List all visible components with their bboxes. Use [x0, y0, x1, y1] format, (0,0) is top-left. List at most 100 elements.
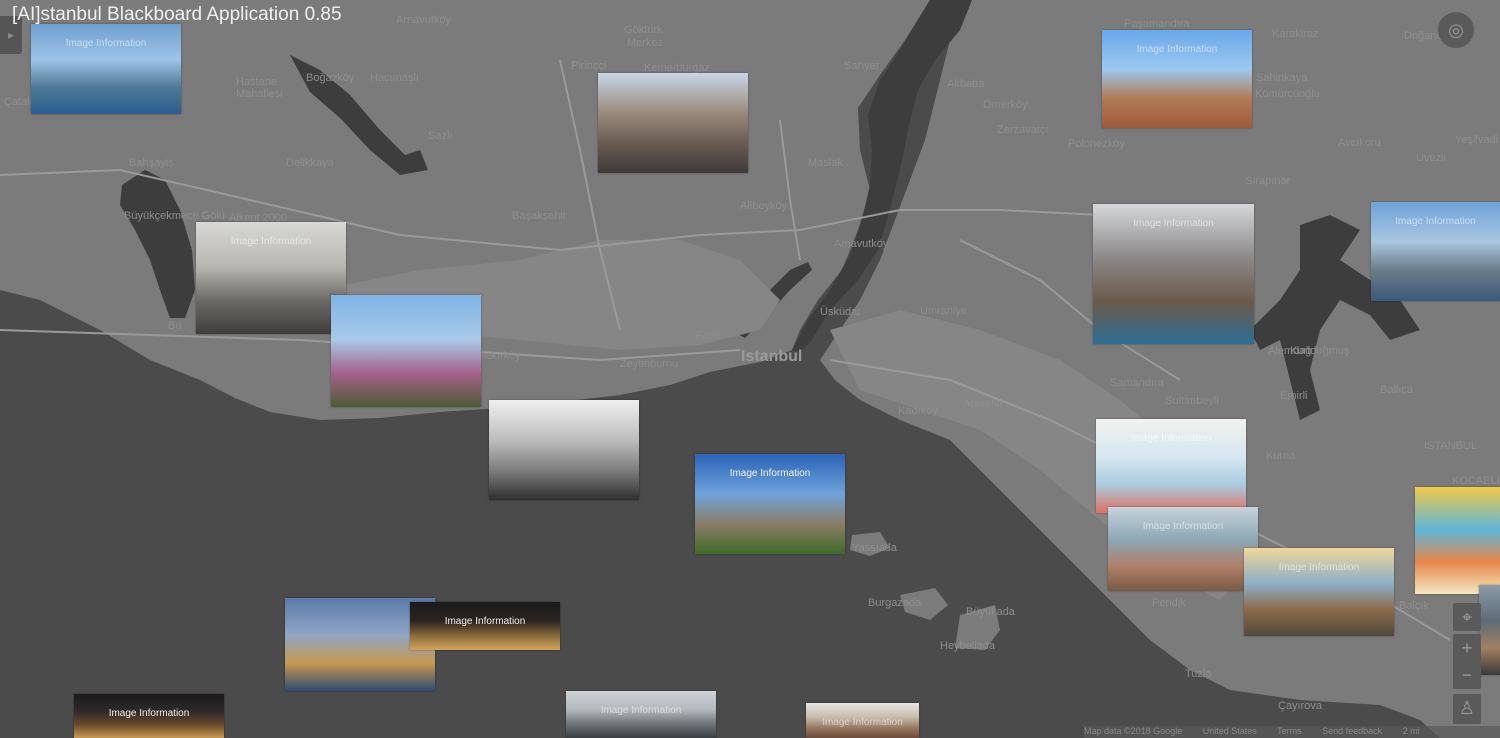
place-label: Mahallesi	[236, 88, 283, 100]
image-information-label[interactable]: Image Information	[196, 236, 346, 247]
place-label: Üvezli	[1416, 152, 1446, 164]
place-label: Kadıköy	[898, 405, 938, 417]
terms-link[interactable]: Terms	[1277, 726, 1302, 736]
locate-button[interactable]: ⌖	[1453, 603, 1481, 631]
image-information-label[interactable]: Image Information	[1096, 433, 1246, 444]
place-label: KOCAELI	[1452, 475, 1500, 487]
compass-icon: ◎	[1448, 20, 1464, 40]
place-label: Hacımaşlı	[370, 72, 419, 84]
photo-thumbnail-coastline-edge[interactable]	[1479, 585, 1500, 675]
place-label: Şahinkaya	[1256, 72, 1308, 84]
photo-thumbnail-blue-mosque-misty[interactable]: Image Information	[566, 691, 716, 738]
place-label: Samandıra	[1110, 377, 1164, 389]
map-attribution: Map data ©2018 Google	[1084, 726, 1183, 736]
photo-thumbnail-mosque-blossom[interactable]	[331, 295, 481, 407]
place-label: Maslak	[808, 157, 843, 169]
zoom-in-button[interactable]: +	[1453, 634, 1481, 662]
place-label: Delikkaya	[286, 157, 334, 169]
image-information-label[interactable]: Image Information	[695, 468, 845, 479]
place-label: Büyükada	[966, 606, 1015, 618]
place-label: Karakiraz	[1272, 28, 1319, 40]
photo-thumbnail-bosphorus-bridge-panorama[interactable]: Image Information	[1371, 202, 1500, 301]
place-label: Arnavutköy	[396, 14, 452, 26]
country-label: United States	[1202, 726, 1257, 736]
image-information-label[interactable]: Image Information	[1371, 216, 1500, 227]
place-label: Amavutköy	[834, 238, 889, 250]
place-label: Sarıyer	[844, 60, 880, 72]
zoom-out-button[interactable]: −	[1453, 661, 1481, 689]
photo-thumbnail-crowd-overlook[interactable]	[598, 73, 748, 173]
photo-thumbnail-night-mosque[interactable]: Image Information	[74, 694, 224, 738]
place-label: Hastane	[236, 76, 277, 88]
place-label: Avcıkoru	[1338, 137, 1381, 149]
photo-thumbnail-street-tram[interactable]: Image Information	[806, 703, 919, 738]
photo-thumbnail-night-skyline[interactable]: Image Information	[410, 602, 560, 650]
photo-thumbnail-tourist-map-illustration[interactable]	[1415, 487, 1500, 594]
place-label: Istanbul	[741, 348, 803, 365]
place-label: Merkez	[627, 37, 664, 49]
photo-thumbnail-istanbul-map-thumbnail[interactable]: Image Information	[1096, 419, 1246, 513]
place-label: Kurtdoğmuş	[1290, 345, 1350, 357]
image-information-label[interactable]: Image Information	[74, 708, 224, 719]
place-label: Büyükçekmece Gölü	[124, 210, 225, 222]
target-icon: ⌖	[1461, 607, 1473, 627]
person-icon: ♙	[1458, 698, 1476, 718]
place-label: Sırapınar	[1245, 175, 1291, 187]
image-information-label[interactable]: Image Information	[31, 38, 181, 49]
place-label: Yassıada	[852, 542, 898, 554]
image-information-label[interactable]: Image Information	[1102, 44, 1252, 55]
photo-thumbnail-galata-fishermen-bw[interactable]	[489, 400, 639, 500]
map-footer: Map data ©2018 Google United States Term…	[1084, 726, 1500, 738]
compass-control[interactable]: ◎	[1438, 12, 1474, 48]
image-information-label[interactable]: Image Information	[1108, 521, 1258, 532]
photo-thumbnail-galata-tower[interactable]: Image Information	[1102, 30, 1252, 128]
place-label: Burgazada	[868, 597, 922, 609]
place-label: Polonezköy	[1068, 138, 1125, 150]
photo-thumbnail-suleymaniye-dusk[interactable]: Image Information	[1244, 548, 1394, 636]
image-information-label[interactable]: Image Information	[806, 717, 919, 728]
place-label: Ballıca	[1380, 384, 1414, 396]
place-label: Balçık	[1399, 600, 1429, 612]
place-label: Bakırköy	[478, 350, 521, 362]
place-label: Sultanbeyli	[1165, 395, 1219, 407]
place-label: Ataşehir	[963, 398, 1004, 410]
photo-thumbnail-golden-horn-sunset[interactable]: Image Information	[1108, 507, 1258, 591]
place-label: Bü	[168, 320, 182, 332]
place-label: Fatih	[696, 330, 721, 342]
place-label: Zerzavatçı	[997, 124, 1049, 136]
image-information-label[interactable]: Image Information	[566, 705, 716, 716]
place-label: Ümraniye	[920, 305, 968, 317]
place-label: Heybeliada	[940, 640, 996, 652]
place-label: Kurna	[1266, 450, 1296, 462]
place-label: Yeşilvadi	[1455, 134, 1499, 146]
place-label: Akbaba	[947, 78, 985, 90]
place-label: Alibeyköy	[740, 200, 788, 212]
place-label: Zeytinburnu	[620, 358, 679, 370]
place-label: Üsküdar	[820, 306, 861, 318]
place-label: ISTANBUL	[1424, 440, 1477, 452]
street-view-pegman[interactable]: ♙	[1453, 694, 1481, 724]
place-label: Tuzla	[1185, 668, 1212, 680]
image-information-label[interactable]: Image Information	[1244, 562, 1394, 573]
send-feedback-link[interactable]: Send feedback	[1322, 726, 1382, 736]
photo-thumbnail-city-aerial-fisheye[interactable]: Image Information	[695, 454, 845, 554]
place-label: Paşamandıra	[1124, 18, 1190, 30]
image-information-label[interactable]: Image Information	[410, 616, 560, 627]
photo-thumbnail-istanbul-mosque-waterfront[interactable]: Image Information	[31, 24, 181, 114]
place-label: Ömerköy	[983, 99, 1028, 111]
photo-thumbnail-suleymaniye-waterfront[interactable]: Image Information	[1093, 204, 1254, 344]
place-label: Pendik	[1152, 597, 1186, 609]
image-information-label[interactable]: Image Information	[1093, 218, 1254, 229]
place-label: Bahşayiş	[129, 157, 174, 169]
place-label: Emirli	[1280, 390, 1308, 402]
photo-thumbnail-mosque-rainy-square[interactable]: Image Information	[196, 222, 346, 334]
place-label: Başakşehir	[512, 210, 567, 222]
place-label: Kömürcüoğlu	[1255, 88, 1320, 100]
scale-label: 2 mi	[1402, 726, 1420, 736]
place-label: Boğazköy	[306, 72, 355, 84]
place-label: Pirinççi	[571, 60, 607, 72]
place-label: Çayırova	[1278, 700, 1323, 712]
place-label: Sazlı	[428, 130, 453, 142]
place-label: Göktürk	[624, 24, 663, 36]
app-title: [AI]stanbul Blackboard Application 0.85	[12, 4, 342, 25]
